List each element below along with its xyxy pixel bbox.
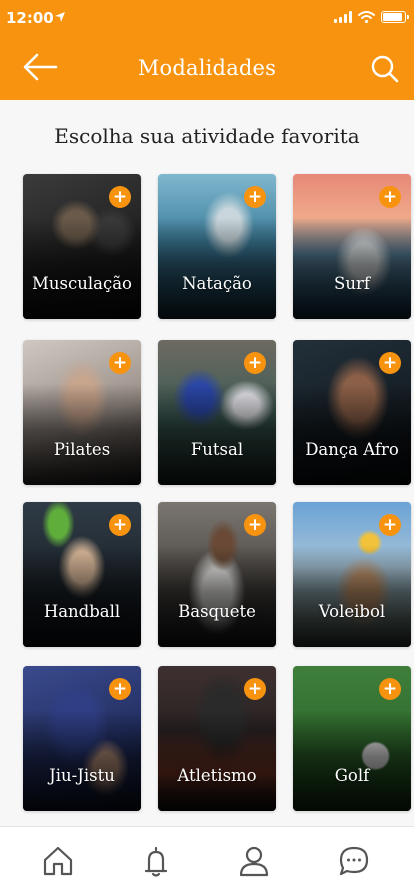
tab-notifications[interactable] [138,843,174,879]
activity-label: Surf [334,274,370,293]
activity-label: Dança Afro [305,440,399,459]
tab-home[interactable] [40,843,76,879]
bottom-tab-bar [0,826,414,896]
activity-card-basquete[interactable]: Basquete + [158,502,276,647]
activity-card-voleibol[interactable]: Voleibol + [293,502,411,647]
add-icon[interactable]: + [244,514,266,536]
add-icon[interactable]: + [109,352,131,374]
add-icon[interactable]: + [244,186,266,208]
activity-label: Pilates [53,440,111,459]
tab-profile[interactable] [236,843,272,879]
add-icon[interactable]: + [244,678,266,700]
add-icon[interactable]: + [379,678,401,700]
add-icon[interactable]: + [379,352,401,374]
add-icon[interactable]: + [244,352,266,374]
add-icon[interactable]: + [379,514,401,536]
activity-grid: Musculação + Natação + Surf + Pilates + … [0,0,414,896]
add-icon[interactable]: + [109,186,131,208]
activity-card-futsal[interactable]: Futsal + [158,340,276,485]
activity-card-pilates[interactable]: Pilates + [23,340,141,485]
activity-card-surf[interactable]: Surf + [293,174,411,319]
home-icon [43,846,73,876]
tab-chat[interactable] [336,843,372,879]
activity-label: Voleibol [318,602,386,621]
activity-label: Atletismo [177,766,257,785]
activity-label: Natação [182,274,252,293]
activity-card-jiu-jistu[interactable]: Jiu-Jistu + [23,666,141,811]
activity-label: Handball [43,602,121,621]
activity-label: Musculação [32,274,132,293]
activity-card-natacao[interactable]: Natação + [158,174,276,319]
activity-card-handball[interactable]: Handball + [23,502,141,647]
bell-icon [144,846,168,877]
activity-card-musculacao[interactable]: Musculação + [23,174,141,319]
add-icon[interactable]: + [109,514,131,536]
chat-icon [339,846,369,876]
user-icon [239,846,269,877]
activity-label: Basquete [178,602,256,621]
activity-label: Futsal [190,440,244,459]
activity-card-golf[interactable]: Golf + [293,666,411,811]
activity-card-danca-afro[interactable]: Dança Afro + [293,340,411,485]
add-icon[interactable]: + [109,678,131,700]
activity-label: Jiu-Jistu [49,766,115,785]
activity-card-atletismo[interactable]: Atletismo + [158,666,276,811]
activity-label: Golf [334,766,370,785]
add-icon[interactable]: + [379,186,401,208]
